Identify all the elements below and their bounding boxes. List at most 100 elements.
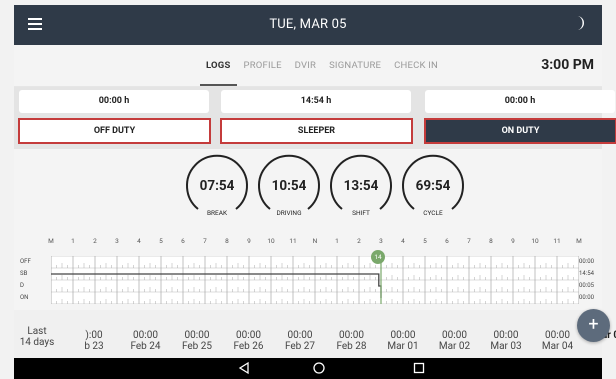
history-day-date: Feb 24 <box>130 341 161 352</box>
log-grid <box>51 256 579 304</box>
on-duty-button[interactable]: ON DUTY <box>424 118 616 144</box>
home-circle-icon[interactable] <box>312 361 326 375</box>
history-day[interactable]: 00:00 Mar 01 <box>378 330 428 352</box>
history-day-date: Mar 03 <box>490 341 522 352</box>
history-day-hours: 00:00 <box>133 330 158 341</box>
row-label-sb: SB <box>20 270 28 277</box>
history-day-date: Feb 26 <box>233 341 264 352</box>
hour-label: 9 <box>247 237 251 245</box>
history-strip: Last 14 days ):00 b 23 00:00 Feb 24 00:00 Feb… <box>14 310 616 358</box>
tab-check-in[interactable]: CHECK IN <box>394 60 438 71</box>
history-day-hours: 00:00 <box>236 330 261 341</box>
tab-list: LOGS PROFILE DVIR SIGNATURE CHECK IN <box>200 60 451 86</box>
app-header: TUE, MAR 05 <box>14 5 602 45</box>
hour-label: 4 <box>137 237 141 245</box>
break-label: BREAK <box>206 209 228 217</box>
daily-log-chart: OFF SB D ON 00:00 14:54 00:05 00:00 14 M… <box>14 227 602 310</box>
hour-label: 8 <box>489 237 493 245</box>
header-date: TUE, MAR 05 <box>269 17 347 32</box>
driving-value: 10:54 <box>271 178 307 194</box>
status-sleeper: 14:54 h SLEEPER <box>216 90 413 146</box>
last-label-line2: 14 days <box>19 337 55 348</box>
on-duty-time: 00:00 h <box>425 90 615 113</box>
hour-label: 10 <box>267 237 275 245</box>
hour-label: 10 <box>531 237 539 245</box>
history-day-date: Feb 28 <box>336 341 367 352</box>
off-duty-time: 00:00 h <box>19 90 209 113</box>
history-day-date: Mar 04 <box>541 341 574 352</box>
history-day-date: b 23 <box>84 341 104 352</box>
hour-label: 2 <box>93 237 97 245</box>
hour-label: 5 <box>423 237 427 245</box>
history-day-hours: 00:00 <box>390 330 416 341</box>
recents-square-icon[interactable] <box>413 361 425 375</box>
hour-label: M <box>48 237 54 245</box>
add-button[interactable]: + <box>577 309 610 342</box>
tab-profile[interactable]: PROFILE <box>244 60 282 71</box>
break-gauge: 07:54 BREAK <box>184 154 250 220</box>
back-triangle-icon[interactable] <box>238 361 250 375</box>
hour-label: 11 <box>289 237 297 245</box>
history-day-hours: 00:00 <box>545 330 570 341</box>
status-on-duty: 00:00 h ON DUTY <box>420 90 616 146</box>
hour-label: N <box>312 237 318 245</box>
history-day[interactable]: 00:00 Feb 25 <box>172 330 222 352</box>
hour-label: 7 <box>203 237 207 245</box>
moon-icon[interactable] <box>574 15 586 31</box>
cycle-value: 69:54 <box>415 178 451 194</box>
sleeper-button[interactable]: SLEEPER <box>220 118 413 144</box>
driving-gauge: 10:54 DRIVING <box>256 154 322 220</box>
history-day[interactable]: 00:00 Feb 28 <box>327 330 377 352</box>
last-label-line1: Last <box>27 326 47 337</box>
history-day[interactable]: 00:00 Feb 27 <box>275 330 325 352</box>
sleeper-time: 14:54 h <box>221 90 411 113</box>
history-day-date: Mar 01 <box>387 341 419 352</box>
history-day[interactable]: 00:00 Feb 24 <box>121 330 171 352</box>
history-day[interactable]: ):00 b 23 <box>69 330 119 352</box>
history-day-hours: 00:00 <box>493 330 519 341</box>
shift-label: SHIFT <box>352 209 370 217</box>
last-14-days-label: Last 14 days <box>18 326 56 348</box>
driving-label: DRIVING <box>276 209 302 217</box>
cycle-label: CYCLE <box>423 209 443 217</box>
break-value: 07:54 <box>199 178 235 194</box>
off-duty-button[interactable]: OFF DUTY <box>18 118 211 144</box>
history-day-hours: 00:00 <box>184 330 210 341</box>
hour-label: 4 <box>401 237 405 245</box>
row-total-off: 00:00 <box>579 258 594 265</box>
history-day-date: Mar 02 <box>438 341 471 352</box>
hour-label: 3 <box>379 237 383 245</box>
row-total-d: 00:05 <box>579 282 594 289</box>
history-day-date: Feb 27 <box>284 341 316 352</box>
current-hour-marker: 14 <box>371 250 385 264</box>
history-day[interactable]: 00:00 Feb 26 <box>224 330 274 352</box>
shift-value: 13:54 <box>343 178 379 194</box>
hour-label: 2 <box>357 237 361 245</box>
history-day[interactable]: 00:00 Mar 04 <box>533 330 583 352</box>
hour-label: 1 <box>71 237 75 245</box>
history-day[interactable]: 00:00 Mar 03 <box>481 330 531 352</box>
row-total-on: 00:00 <box>579 294 594 301</box>
hour-label: 7 <box>467 237 471 245</box>
android-nav-bar <box>14 358 602 379</box>
history-day-date: Feb 25 <box>181 341 213 352</box>
history-day-hours: 00:00 <box>442 330 467 341</box>
duty-status-panel: 00:00 h OFF DUTY 14:54 h SLEEPER 00:00 h… <box>14 87 616 149</box>
shift-gauge: 13:54 SHIFT <box>328 154 394 220</box>
hour-label: 8 <box>225 237 229 245</box>
current-time: 3:00 PM <box>541 57 594 73</box>
hours-gauges: 07:54 BREAK 10:54 DRIVING 13:54 SHIFT 69… <box>14 149 602 227</box>
hour-label: 9 <box>511 237 515 245</box>
tab-dvir[interactable]: DVIR <box>295 60 316 71</box>
hour-label: 1 <box>335 237 339 245</box>
hour-label: 5 <box>159 237 163 245</box>
status-off-duty: 00:00 h OFF DUTY <box>14 90 211 146</box>
tab-signature[interactable]: SIGNATURE <box>329 60 381 71</box>
tab-logs[interactable]: LOGS <box>200 60 236 86</box>
history-day[interactable]: 00:00 Mar 02 <box>430 330 480 352</box>
hour-label: 6 <box>445 237 449 245</box>
row-total-sb: 14:54 <box>579 270 594 277</box>
hour-label: 11 <box>553 237 561 245</box>
row-label-off: OFF <box>20 258 31 265</box>
hour-label: M <box>576 237 582 245</box>
